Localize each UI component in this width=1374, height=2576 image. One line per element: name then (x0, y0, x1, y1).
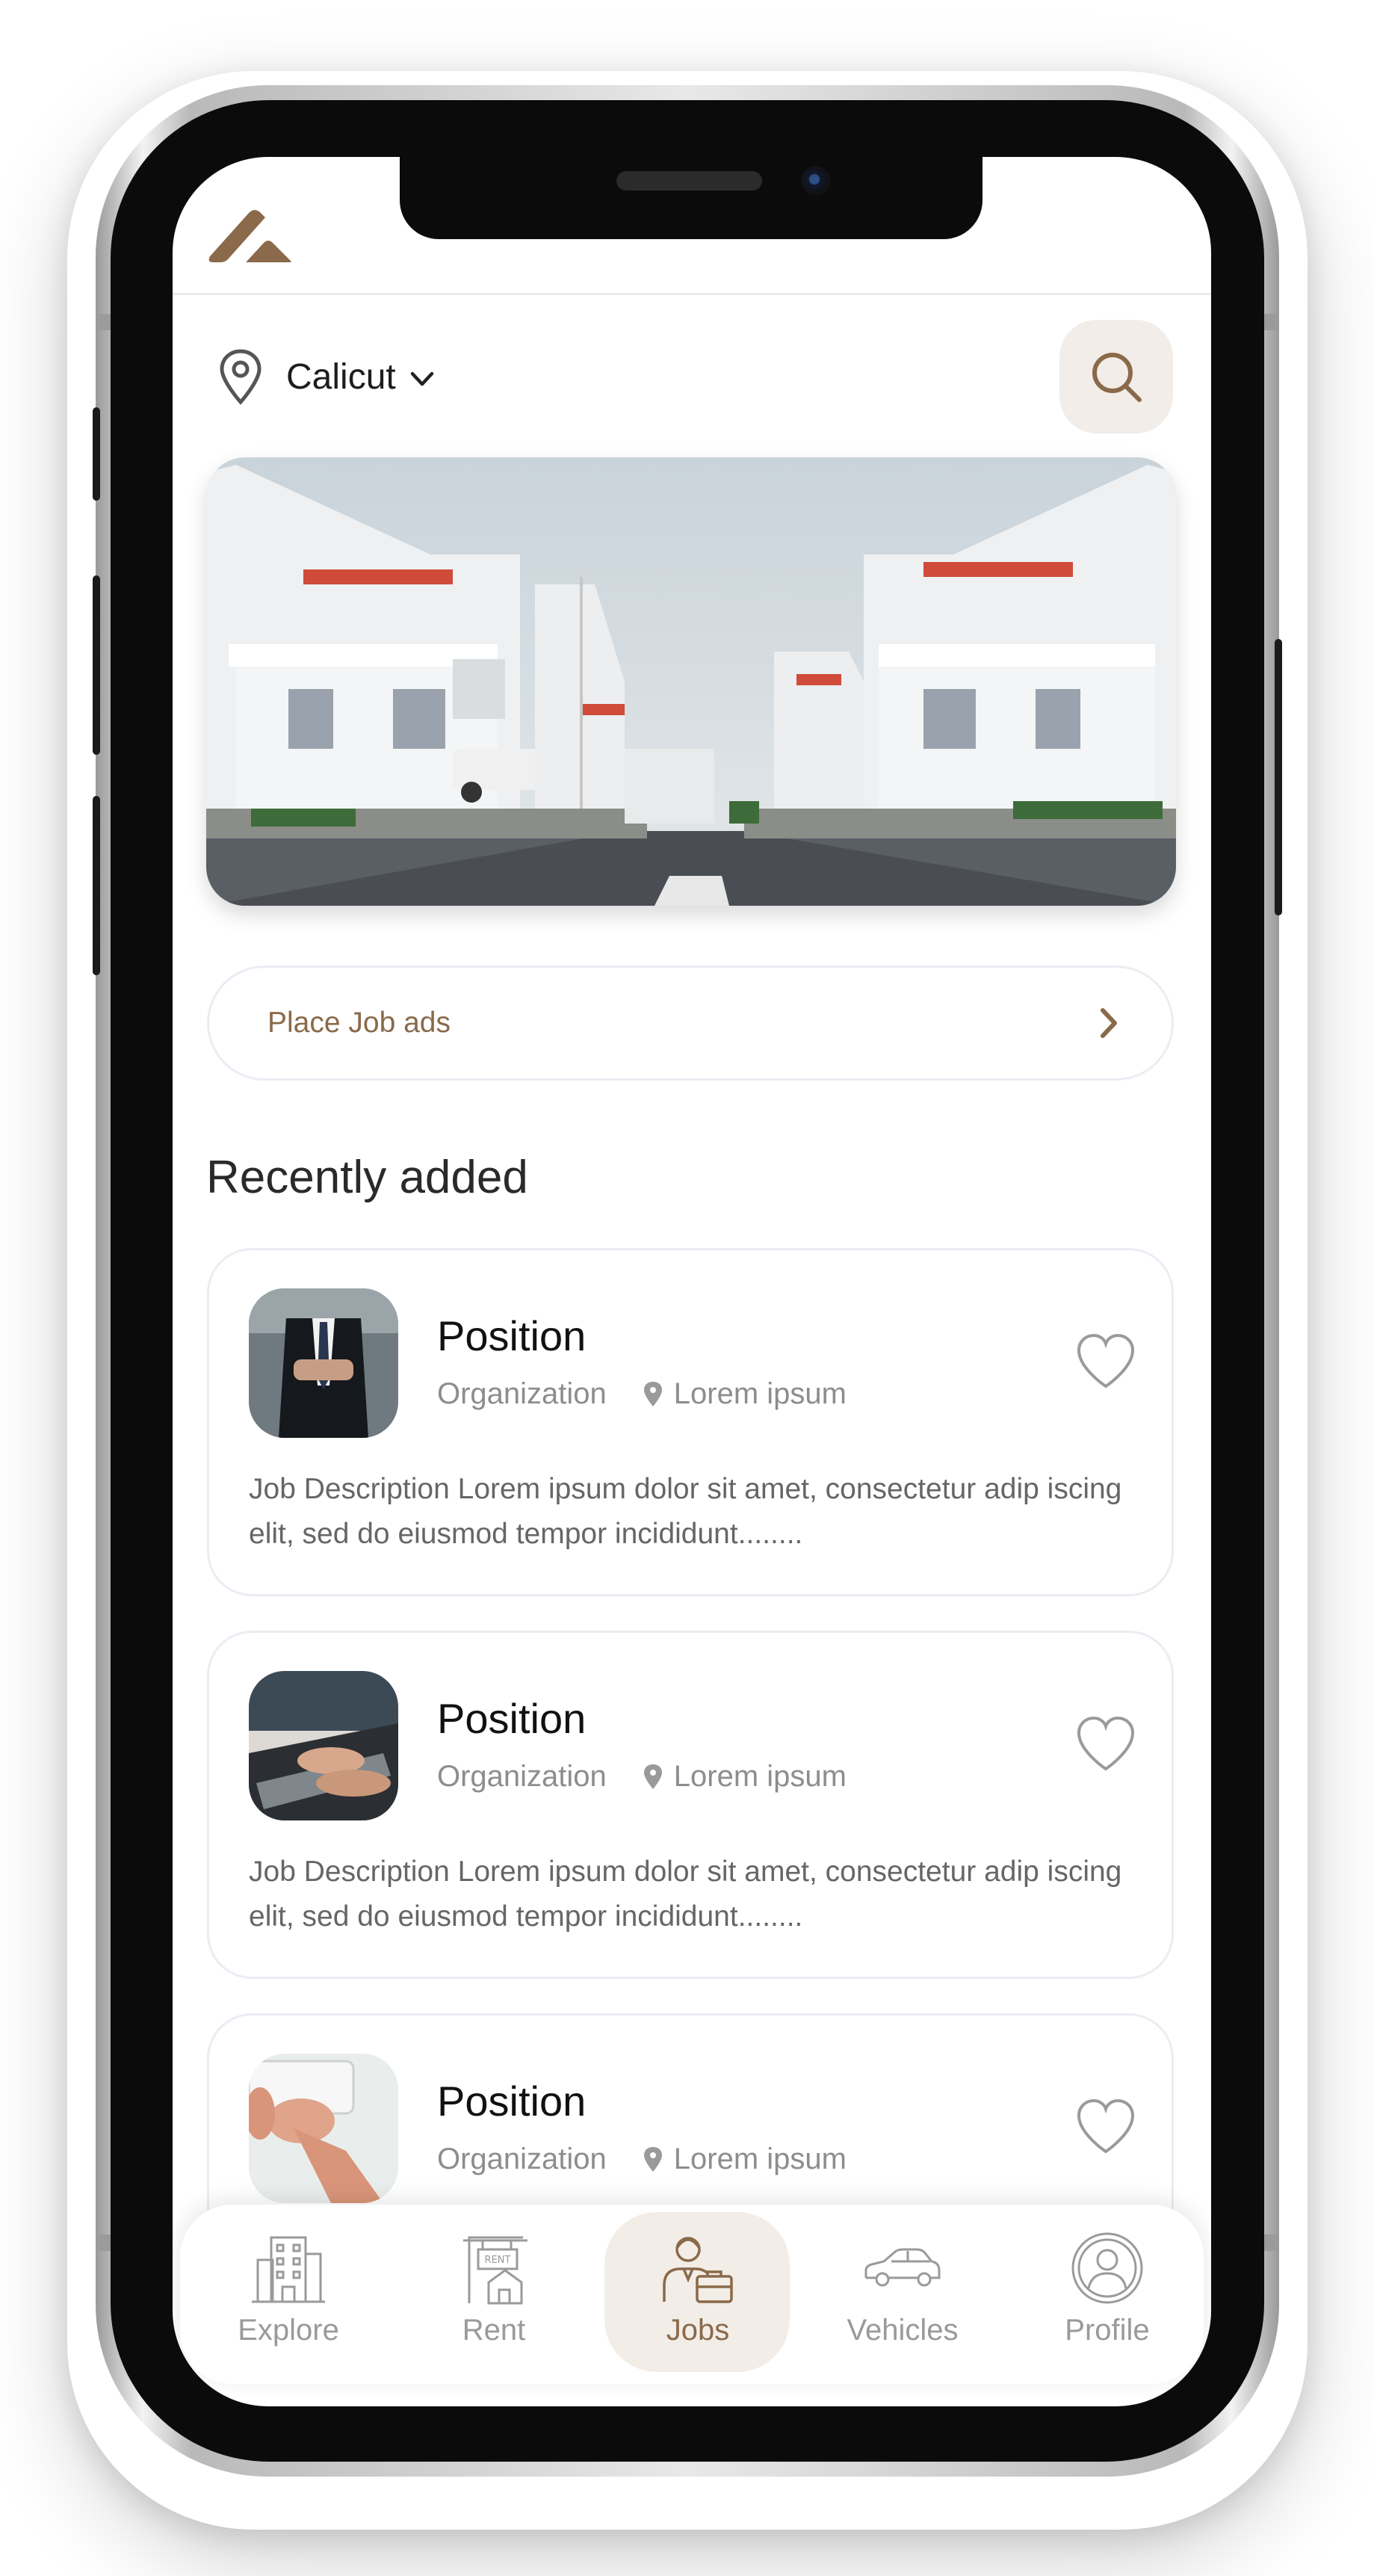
map-pin-icon (643, 2146, 662, 2172)
tab-label: Explore (238, 2314, 339, 2347)
map-pin-icon (643, 1764, 662, 1789)
job-meta: Organization Lorem ipsum (437, 1760, 847, 1794)
job-meta: Organization Lorem ipsum (437, 1377, 847, 1411)
housing-street-photo (206, 457, 1176, 906)
antenna-band (1264, 2234, 1279, 2251)
job-card[interactable]: Position Organization Lorem ipsum Job De… (207, 1248, 1174, 1596)
tab-label: Jobs (666, 2314, 730, 2347)
volume-down-button (93, 796, 100, 975)
tab-rent[interactable]: RENT Rent (400, 2205, 587, 2384)
job-description: Job Description Lorem ipsum dolor sit am… (249, 1473, 1122, 1550)
job-title: Position (437, 1695, 587, 1742)
job-organization: Organization (437, 2143, 607, 2175)
jobs-person-briefcase-icon (663, 2237, 733, 2303)
antenna-band (96, 2234, 111, 2251)
job-thumbnail (249, 1671, 398, 1820)
tab-label: Rent (462, 2314, 526, 2347)
chevron-down-icon (410, 371, 433, 386)
rent-sign-icon: RENT (463, 2236, 527, 2305)
job-organization: Organization (437, 1760, 607, 1793)
profile-icon (1071, 2232, 1143, 2304)
businessman-suit-image (249, 1288, 398, 1438)
hands-keyboard-image (249, 2054, 398, 2203)
banner-image[interactable] (206, 457, 1176, 906)
job-title: Position (437, 2078, 587, 2125)
heart-icon[interactable] (1074, 1714, 1137, 1773)
antenna-band (96, 314, 111, 330)
map-pin-icon (643, 1381, 662, 1406)
car-icon (864, 2248, 941, 2287)
job-thumbnail (249, 1288, 398, 1438)
tab-profile[interactable]: Profile (1014, 2205, 1201, 2384)
job-description: Job Description Lorem ipsum dolor sit am… (249, 1856, 1122, 1933)
location-selector[interactable]: Calicut (217, 348, 436, 405)
antenna-band (1264, 314, 1279, 330)
tab-explore[interactable]: Explore (195, 2205, 382, 2384)
map-pin-icon (220, 349, 262, 405)
tab-jobs[interactable]: Jobs (604, 2205, 791, 2384)
job-card[interactable]: Position Organization Lorem ipsum Job De… (207, 1631, 1174, 1979)
volume-up-button (93, 575, 100, 755)
job-title: Position (437, 1312, 587, 1359)
search-button[interactable] (1059, 320, 1173, 433)
mute-switch (93, 407, 100, 501)
job-location: Lorem ipsum (673, 1760, 847, 1793)
phone-speaker (616, 171, 762, 191)
header-divider (173, 293, 1211, 295)
place-job-ads-label: Place Job ads (267, 1007, 451, 1039)
hands-laptop-image (249, 1671, 398, 1820)
power-button (1275, 639, 1282, 915)
svg-text:RENT: RENT (485, 2255, 511, 2266)
heart-icon[interactable] (1074, 1331, 1137, 1391)
job-location: Lorem ipsum (673, 1377, 847, 1410)
brand-logo (208, 210, 291, 262)
chevron-right-icon (1101, 1008, 1117, 1038)
tab-vehicles[interactable]: Vehicles (809, 2205, 996, 2384)
tab-label: Vehicles (847, 2314, 959, 2347)
bottom-tab-bar: Explore RENT Rent Jobs Vehicles Profile (180, 2205, 1204, 2384)
job-location: Lorem ipsum (673, 2143, 847, 2175)
tab-label: Profile (1065, 2314, 1150, 2347)
place-job-ads-button[interactable]: Place Job ads (207, 966, 1174, 1081)
building-icon (252, 2236, 325, 2303)
app-screen: Calicut Place Job ads Recently added Pos… (173, 157, 1211, 2406)
job-meta: Organization Lorem ipsum (437, 2143, 847, 2176)
location-label: Calicut (286, 356, 396, 397)
search-icon (1092, 353, 1142, 402)
job-thumbnail (249, 2054, 398, 2203)
heart-icon[interactable] (1074, 2096, 1137, 2156)
phone-notch (400, 149, 982, 239)
job-organization: Organization (437, 1377, 607, 1410)
phone-camera (801, 166, 831, 196)
section-title: Recently added (206, 1152, 528, 1203)
